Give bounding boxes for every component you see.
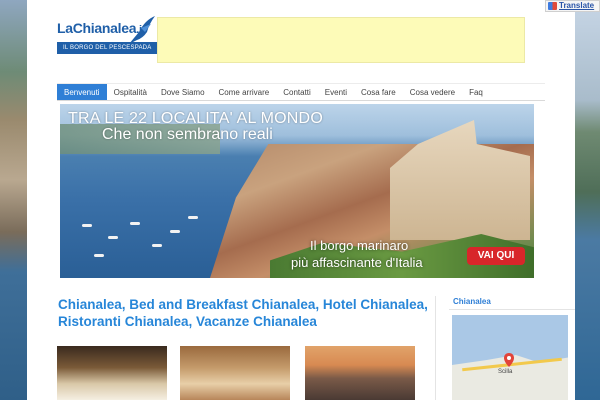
sidebar-rule bbox=[449, 309, 575, 310]
main-navigation: Benvenuti Ospitalità Dove Siamo Come arr… bbox=[57, 83, 545, 101]
nav-item-eventi[interactable]: Eventi bbox=[318, 84, 354, 100]
nav-item-benvenuti[interactable]: Benvenuti bbox=[57, 84, 107, 100]
thumbnail-bedroom[interactable] bbox=[180, 346, 290, 400]
hero-subtitle-line2: più affascinante d'Italia bbox=[291, 255, 423, 270]
boat-shape bbox=[108, 236, 118, 239]
sidebar-divider bbox=[435, 296, 436, 400]
translate-label: Translate bbox=[559, 1, 595, 10]
boat-shape bbox=[130, 222, 140, 225]
translate-button[interactable]: Translate bbox=[545, 0, 600, 12]
boat-shape bbox=[82, 224, 92, 227]
page-container: LaChianalea.it IL BORGO DEL PESCESPADA B… bbox=[27, 0, 575, 400]
nav-item-dove-siamo[interactable]: Dove Siamo bbox=[154, 84, 212, 100]
location-map[interactable]: Scilla bbox=[452, 315, 568, 400]
background-photo-left bbox=[0, 0, 27, 400]
translate-icon bbox=[548, 2, 557, 10]
hero-church-image bbox=[390, 120, 530, 240]
thumbnail-restaurant[interactable] bbox=[57, 346, 167, 400]
map-pin-icon bbox=[504, 353, 514, 367]
boat-shape bbox=[94, 254, 104, 257]
hero-banner[interactable]: TRA LE 22 LOCALITA' AL MONDO Che non sem… bbox=[60, 104, 534, 278]
hero-subtitle-line1: Il borgo marinaro bbox=[310, 238, 409, 253]
background-photo-right bbox=[575, 0, 600, 400]
nav-item-cosa-vedere[interactable]: Cosa vedere bbox=[403, 84, 462, 100]
nav-item-contatti[interactable]: Contatti bbox=[276, 84, 318, 100]
nav-item-cosa-fare[interactable]: Cosa fare bbox=[354, 84, 403, 100]
hero-title-line2: Che non sembrano reali bbox=[102, 126, 273, 143]
boat-shape bbox=[152, 244, 162, 247]
boat-shape bbox=[170, 230, 180, 233]
page-headline: Chianalea, Bed and Breakfast Chianalea, … bbox=[58, 297, 428, 329]
sidebar-title: Chianalea bbox=[453, 297, 491, 306]
logo-tagline: IL BORGO DEL PESCESPADA bbox=[57, 42, 157, 54]
nav-item-come-arrivare[interactable]: Come arrivare bbox=[212, 84, 277, 100]
thumbnail-sunset[interactable] bbox=[305, 346, 415, 400]
boat-shape bbox=[188, 216, 198, 219]
site-logo[interactable]: LaChianalea.it IL BORGO DEL PESCESPADA bbox=[57, 14, 157, 56]
map-label: Scilla bbox=[498, 369, 513, 375]
nav-item-ospitalita[interactable]: Ospitalità bbox=[107, 84, 154, 100]
ad-banner[interactable] bbox=[157, 17, 525, 63]
nav-item-faq[interactable]: Faq bbox=[462, 84, 490, 100]
hero-cta-button[interactable]: VAI QUI bbox=[467, 247, 525, 265]
logo-name: LaChianalea bbox=[57, 20, 137, 36]
